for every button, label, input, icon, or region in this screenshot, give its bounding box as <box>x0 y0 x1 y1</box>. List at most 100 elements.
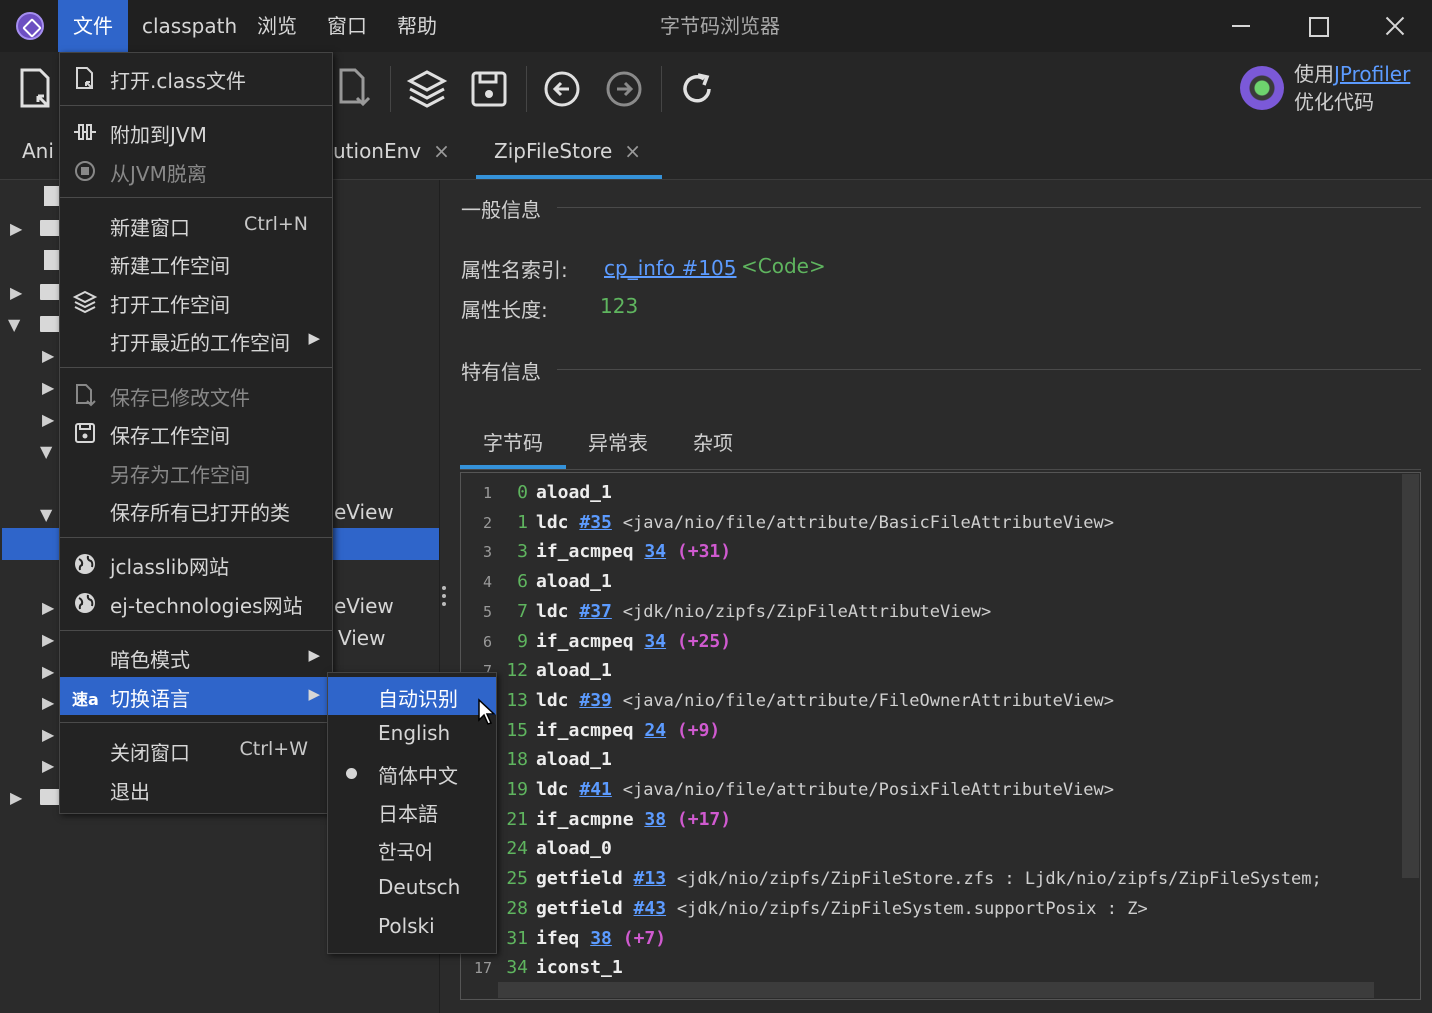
menu-help[interactable]: 帮助 <box>383 0 451 52</box>
menu-item-open-recent[interactable]: 打开最近的工作空间 ▶ <box>60 321 332 359</box>
menu-item-detach-jvm[interactable]: 从JVM脱离 <box>60 152 332 190</box>
open-file-icon[interactable] <box>14 66 60 112</box>
save-workspace-icon[interactable] <box>466 66 512 112</box>
bytecode-row: 5 7 ldc #37 <jdk/nio/zipfs/ZipFileAttribut… <box>462 597 991 627</box>
collapse-arrow-icon[interactable]: ▼ <box>40 505 52 524</box>
subtab-misc[interactable]: 杂项 <box>693 425 733 465</box>
menu-item-dark-mode[interactable]: 暗色模式 ▶ <box>60 638 332 676</box>
maximize-button[interactable] <box>1279 0 1355 52</box>
bytecode-descriptor: <jdk/nio/zipfs/ZipFileSystem.supportPosi… <box>676 898 1148 919</box>
subtab-divider <box>460 469 1421 470</box>
tab-ani[interactable]: Ani <box>22 128 54 180</box>
bytecode-opcode: getfield <box>536 868 623 890</box>
menu-item-save-as-workspace[interactable]: 另存为工作空间 <box>60 453 332 491</box>
language-option-japanese[interactable]: 日本語 <box>328 792 496 830</box>
jprofiler-promo: 使用JProfiler <box>1294 62 1411 86</box>
stop-icon <box>75 161 95 181</box>
minimize-button[interactable] <box>1203 0 1279 52</box>
menu-item-save-modified[interactable]: 保存已修改文件 <box>60 376 332 414</box>
expand-arrow-icon[interactable]: ▶ <box>42 756 54 775</box>
language-option-auto[interactable]: 自动识别 <box>328 677 496 715</box>
menu-file[interactable]: 文件 <box>58 0 128 52</box>
bytecode-ref-link[interactable]: 34 <box>644 541 666 562</box>
bytecode-ref-link[interactable]: 24 <box>644 720 666 741</box>
menu-item-new-window[interactable]: 新建窗口 Ctrl+N <box>60 206 332 244</box>
save-modified-icon[interactable] <box>333 66 379 112</box>
menu-item-exit[interactable]: 退出 <box>60 770 332 808</box>
menu-classpath[interactable]: classpath <box>128 0 251 52</box>
back-icon[interactable] <box>539 66 585 112</box>
expand-arrow-icon[interactable]: ▶ <box>42 410 54 429</box>
subtab-exception-table[interactable]: 异常表 <box>588 425 648 465</box>
bytecode-opcode: if_acmpeq <box>536 719 634 741</box>
bytecode-ref-link[interactable]: 38 <box>590 928 612 949</box>
collapse-arrow-icon[interactable]: ▼ <box>40 442 52 461</box>
bytecode-branch-offset: (+7) <box>622 927 667 949</box>
language-option-korean[interactable]: 한국어 <box>328 830 496 868</box>
line-number: 17 <box>473 959 492 978</box>
menu-separator <box>60 367 332 368</box>
bytecode-ref-link[interactable]: 38 <box>644 809 666 830</box>
menu-item-attach-jvm[interactable]: 附加到JVM <box>60 113 332 151</box>
menu-item-save-workspace[interactable]: 保存工作空间 <box>60 414 332 452</box>
expand-arrow-icon[interactable]: ▶ <box>42 662 54 681</box>
bytecode-row: 17 34 iconst_1 <box>462 953 623 983</box>
menu-window[interactable]: 窗口 <box>313 0 381 52</box>
vertical-scrollbar[interactable] <box>1402 474 1419 878</box>
jprofiler-link[interactable]: JProfiler <box>1334 62 1410 86</box>
language-option-german[interactable]: Deutsch <box>328 869 496 907</box>
expand-arrow-icon[interactable]: ▶ <box>10 219 22 238</box>
expand-arrow-icon[interactable]: ▶ <box>42 725 54 744</box>
menu-item-new-workspace[interactable]: 新建工作空间 <box>60 244 332 282</box>
bytecode-descriptor: <java/nio/file/attribute/PosixFileAttrib… <box>622 780 1114 800</box>
close-window-button[interactable] <box>1356 0 1432 52</box>
menu-item-save-all-open[interactable]: 保存所有已打开的类 <box>60 491 332 529</box>
forward-icon[interactable] <box>601 66 647 112</box>
menu-item-open-class[interactable]: 打开.class文件 <box>60 59 332 97</box>
tab-zipfilestore[interactable]: ZipFileStore × <box>494 128 641 180</box>
menu-item-jclasslib-site[interactable]: jclasslib网站 <box>60 545 332 583</box>
bytecode-ref-link[interactable]: #43 <box>634 898 667 919</box>
expand-arrow-icon[interactable]: ▶ <box>42 346 54 365</box>
bytecode-ref-link[interactable]: #37 <box>579 601 612 622</box>
menu-item-switch-language[interactable]: 速a 切换语言 ▶ <box>60 677 332 715</box>
bytecode-opcode: getfield <box>536 897 623 919</box>
bytecode-ref-link[interactable]: #35 <box>579 512 612 533</box>
tree-item-label[interactable]: eView <box>334 594 394 618</box>
bytecode-offset: 34 <box>506 957 528 979</box>
menu-browse[interactable]: 浏览 <box>243 0 311 52</box>
attr-name-link[interactable]: cp_info #105 <box>604 256 737 280</box>
reload-icon[interactable] <box>674 66 720 112</box>
expand-arrow-icon[interactable]: ▶ <box>42 693 54 712</box>
tree-item-label[interactable]: View <box>338 626 385 650</box>
tab-executionenv[interactable]: utionEnv × <box>333 128 450 180</box>
expand-arrow-icon[interactable]: ▶ <box>42 598 54 617</box>
bytecode-ref-link[interactable]: #41 <box>579 779 612 800</box>
menu-item-ej-site[interactable]: ej-technologies网站 <box>60 584 332 622</box>
save-modified-icon <box>76 384 96 407</box>
tree-item-label[interactable]: eView <box>334 500 394 524</box>
workspace-layers-icon[interactable] <box>404 66 450 112</box>
menu-item-open-workspace[interactable]: 打开工作空间 <box>60 283 332 321</box>
bytecode-ref-link[interactable]: 34 <box>644 631 666 652</box>
line-number: 5 <box>482 602 492 621</box>
close-tab-icon[interactable]: × <box>624 139 641 163</box>
bytecode-ref-link[interactable]: #39 <box>579 690 612 711</box>
language-option-english[interactable]: English <box>328 715 496 753</box>
open-file-icon <box>76 67 93 89</box>
language-option-polish[interactable]: Polski <box>328 908 496 946</box>
horizontal-scrollbar[interactable] <box>498 982 1374 998</box>
subtab-bytecode[interactable]: 字节码 <box>483 425 543 465</box>
collapse-arrow-icon[interactable]: ▼ <box>8 315 20 334</box>
bytecode-ref-link[interactable]: #13 <box>634 868 667 889</box>
bytecode-row: 2 1 ldc #35 <java/nio/file/attribute/Basic… <box>462 508 1114 538</box>
expand-arrow-icon[interactable]: ▶ <box>42 378 54 397</box>
expand-arrow-icon[interactable]: ▶ <box>10 283 22 302</box>
language-option-simplified-chinese[interactable]: 简体中文 <box>328 754 496 792</box>
panel-splitter-handle[interactable] <box>440 584 448 614</box>
open-folder-icon <box>40 316 60 332</box>
close-tab-icon[interactable]: × <box>433 139 450 163</box>
menu-item-close-window[interactable]: 关闭窗口 Ctrl+W <box>60 731 332 769</box>
expand-arrow-icon[interactable]: ▶ <box>42 630 54 649</box>
expand-arrow-icon[interactable]: ▶ <box>10 788 22 807</box>
